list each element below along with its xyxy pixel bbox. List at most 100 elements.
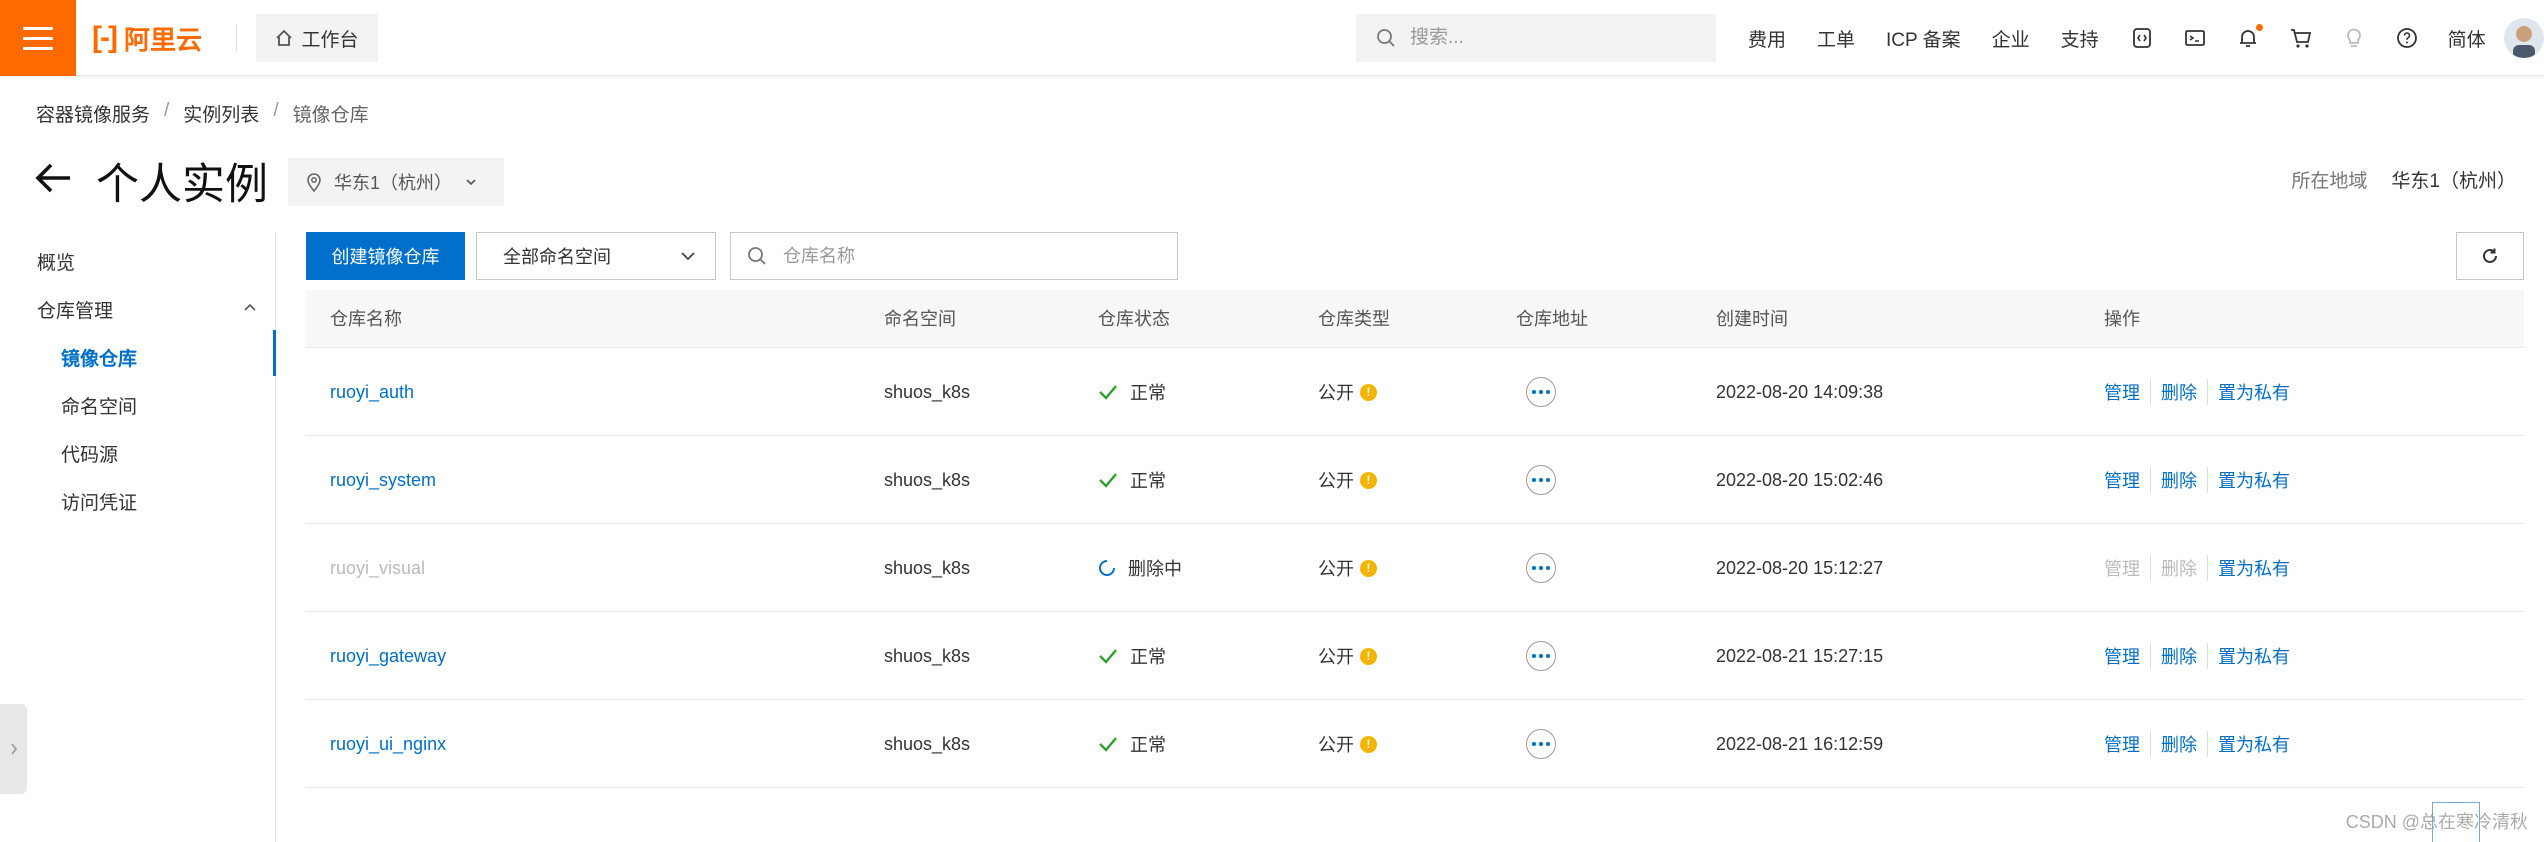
column-header-status: 仓库状态: [1098, 309, 1170, 329]
repo-search-input[interactable]: [781, 244, 1161, 268]
breadcrumb-item-instances[interactable]: 实例列表: [183, 100, 259, 127]
home-icon: [276, 29, 293, 46]
sidebar-item-overview[interactable]: 概览: [37, 248, 75, 275]
bell-icon[interactable]: [2236, 24, 2263, 50]
manage-link[interactable]: 管理: [2104, 731, 2150, 757]
more-icon[interactable]: [1526, 377, 1556, 407]
repo-name-link[interactable]: ruoyi_auth: [330, 348, 414, 436]
chevron-down-icon: [681, 252, 695, 261]
namespace-select-value: 全部命名空间: [503, 247, 611, 267]
repo-search[interactable]: [730, 232, 1178, 280]
address-cell: [1516, 436, 1556, 524]
more-icon[interactable]: [1526, 729, 1556, 759]
set-private-link[interactable]: 置为私有: [2207, 467, 2300, 493]
actions-cell: 管理 删除 置为私有: [2104, 612, 2300, 700]
nav-link-billing[interactable]: 费用: [1748, 25, 1786, 52]
repo-name-link[interactable]: ruoyi_ui_nginx: [330, 700, 446, 788]
status-text: 正常: [1130, 647, 1166, 667]
delete-link[interactable]: 删除: [2150, 379, 2207, 405]
set-private-link[interactable]: 置为私有: [2207, 643, 2300, 669]
breadcrumb-item-service[interactable]: 容器镜像服务: [36, 100, 150, 127]
delete-link[interactable]: 删除: [2150, 731, 2207, 757]
back-arrow-icon[interactable]: [34, 160, 74, 201]
check-icon: [1099, 737, 1117, 752]
more-icon[interactable]: [1526, 465, 1556, 495]
cart-icon[interactable]: [2289, 26, 2313, 50]
address-cell: [1516, 700, 1556, 788]
column-header-name: 仓库名称: [330, 309, 402, 329]
nav-link-support[interactable]: 支持: [2061, 25, 2099, 52]
divider: [236, 24, 237, 52]
delete-link[interactable]: 删除: [2150, 467, 2207, 493]
breadcrumb-separator: /: [273, 100, 279, 121]
address-cell: [1516, 524, 1556, 612]
code-icon[interactable]: [2130, 26, 2154, 50]
status-text: 正常: [1130, 735, 1166, 755]
create-repo-button[interactable]: 创建镜像仓库: [306, 232, 465, 280]
region-info-label: 所在地域: [2291, 171, 2368, 192]
sidebar-group-repo-management[interactable]: 仓库管理: [37, 296, 113, 323]
manage-link[interactable]: 管理: [2104, 467, 2150, 493]
warning-icon[interactable]: !: [1360, 471, 1377, 489]
manage-link[interactable]: 管理: [2104, 379, 2150, 405]
type-text: 公开: [1318, 735, 1354, 755]
aliyun-logo[interactable]: [-] 阿里云: [92, 20, 202, 56]
more-icon[interactable]: [1526, 641, 1556, 671]
delete-link[interactable]: 删除: [2150, 643, 2207, 669]
chevron-right-icon: [10, 743, 17, 755]
status-cell: 正常: [1098, 348, 1166, 436]
type-cell: 公开!: [1318, 612, 1377, 700]
actions-cell: 管理 删除 置为私有: [2104, 524, 2300, 612]
column-header-type: 仓库类型: [1318, 309, 1390, 329]
repo-name-link[interactable]: ruoyi_gateway: [330, 612, 446, 700]
actions-cell: 管理 删除 置为私有: [2104, 436, 2300, 524]
nav-link-icp[interactable]: ICP 备案: [1886, 25, 1961, 52]
warning-icon[interactable]: !: [1360, 383, 1377, 401]
help-icon[interactable]: [2395, 26, 2419, 50]
global-search-input[interactable]: [1408, 26, 1688, 50]
refresh-button[interactable]: [2456, 232, 2524, 280]
status-cell: 正常: [1098, 700, 1166, 788]
repo-name-link[interactable]: ruoyi_system: [330, 436, 436, 524]
sidebar-item-namespaces[interactable]: 命名空间: [61, 392, 137, 419]
language-switch[interactable]: 简体: [2448, 25, 2486, 52]
warning-icon[interactable]: !: [1360, 559, 1377, 577]
sidebar-item-access-credentials[interactable]: 访问凭证: [61, 488, 137, 515]
user-avatar[interactable]: [2504, 18, 2544, 58]
bulb-icon[interactable]: [2342, 26, 2366, 50]
repo-table: 仓库名称 命名空间 仓库状态 仓库类型 仓库地址 创建时间 操作 ruoyi_a…: [306, 290, 2524, 788]
set-private-link[interactable]: 置为私有: [2207, 555, 2300, 581]
chevron-down-icon: [466, 179, 476, 186]
repo-name-link: ruoyi_visual: [330, 557, 426, 578]
breadcrumb-separator: /: [164, 100, 170, 121]
nav-link-enterprise[interactable]: 企业: [1992, 25, 2030, 52]
warning-icon[interactable]: !: [1360, 735, 1377, 753]
logo-text: 阿里云: [123, 24, 202, 55]
region-selector[interactable]: 华东1（杭州）: [288, 158, 504, 206]
namespace-select[interactable]: 全部命名空间: [476, 232, 716, 280]
scroll-top-button[interactable]: [2432, 802, 2480, 842]
nav-link-tickets[interactable]: 工单: [1817, 25, 1855, 52]
set-private-link[interactable]: 置为私有: [2207, 379, 2300, 405]
set-private-link[interactable]: 置为私有: [2207, 731, 2300, 757]
namespace-cell: shuos_k8s: [884, 557, 971, 578]
terminal-icon[interactable]: [2183, 26, 2207, 50]
namespace-cell: shuos_k8s: [884, 733, 971, 754]
chevron-up-icon[interactable]: [242, 300, 258, 314]
manage-link[interactable]: 管理: [2104, 643, 2150, 669]
sidebar-item-image-repos[interactable]: 镜像仓库: [61, 344, 137, 371]
address-cell: [1516, 612, 1556, 700]
sidebar-item-code-sources[interactable]: 代码源: [61, 440, 118, 467]
type-text: 公开: [1318, 471, 1354, 491]
hamburger-menu-icon[interactable]: [0, 0, 76, 76]
warning-icon[interactable]: !: [1360, 647, 1377, 665]
delete-link: 删除: [2150, 555, 2207, 581]
more-icon[interactable]: [1526, 553, 1556, 583]
actions-cell: 管理 删除 置为私有: [2104, 700, 2300, 788]
sidebar-collapse-toggle[interactable]: [0, 704, 27, 794]
global-search[interactable]: [1356, 14, 1716, 62]
created-time-cell: 2022-08-21 15:27:15: [1716, 645, 1884, 666]
workbench-button[interactable]: 工作台: [256, 14, 378, 62]
type-text: 公开: [1318, 647, 1354, 667]
column-header-address: 仓库地址: [1516, 309, 1588, 329]
